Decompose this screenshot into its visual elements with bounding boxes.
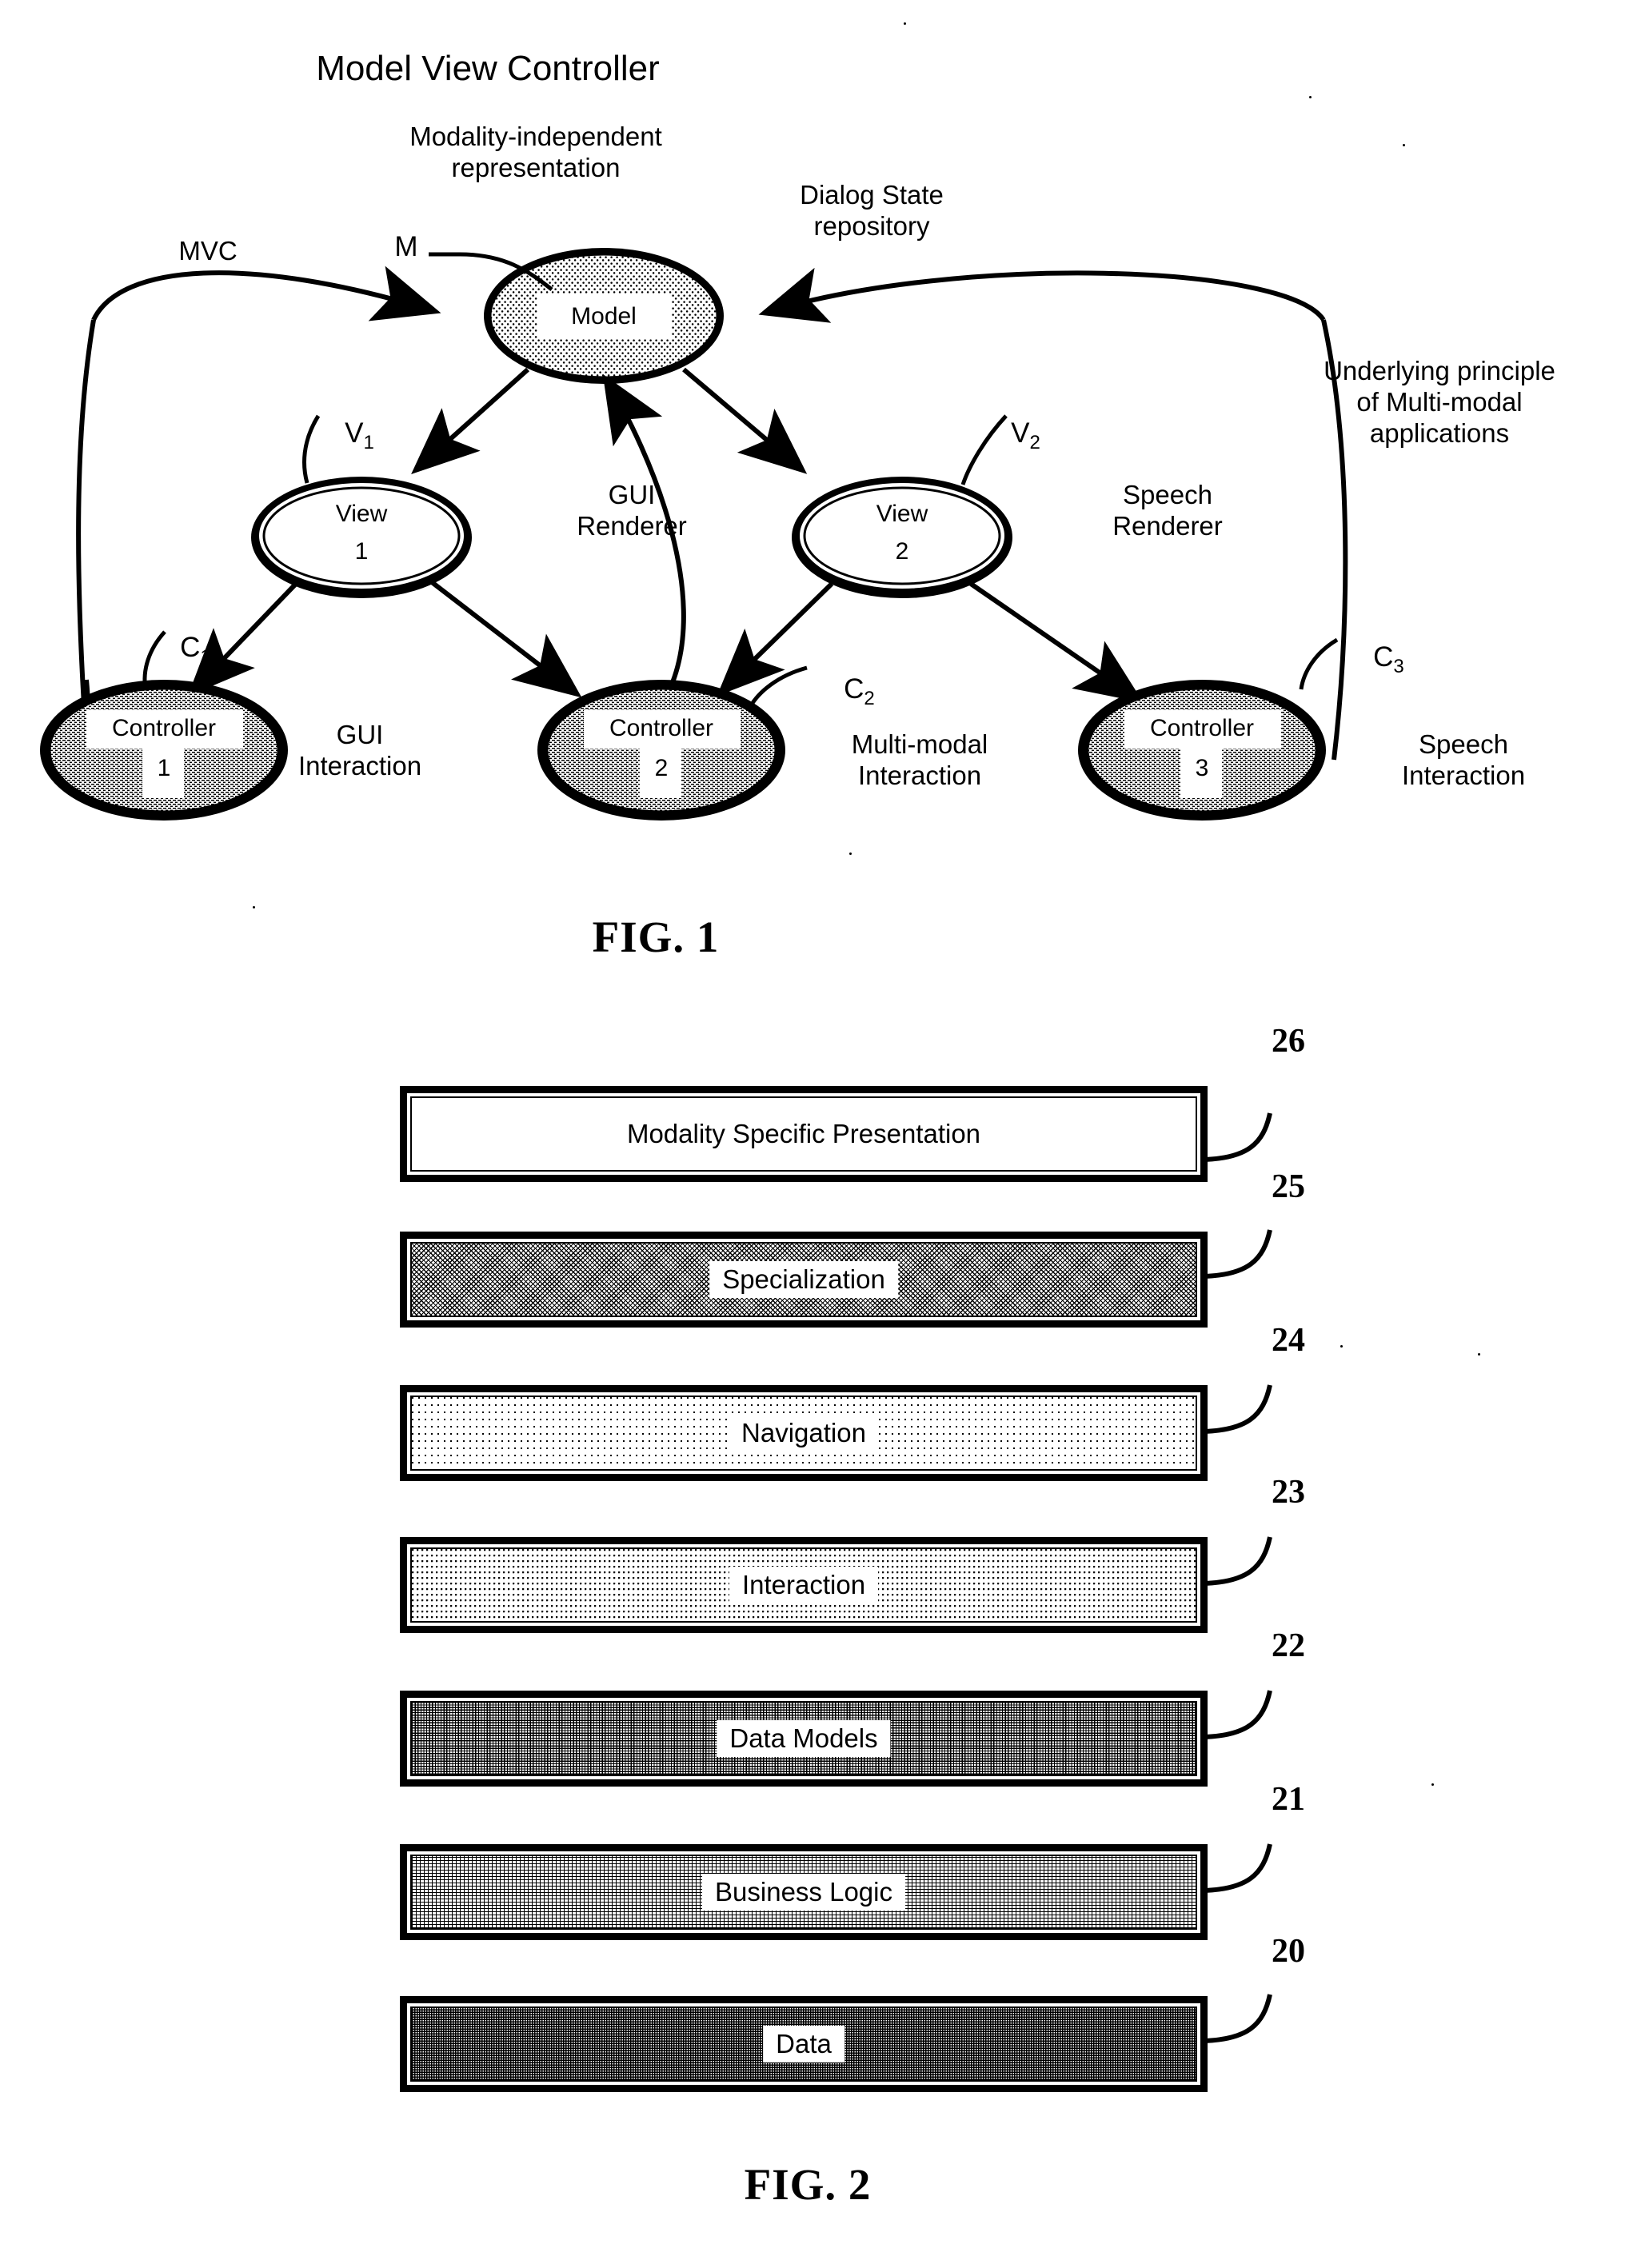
scan-speck: [1478, 1353, 1480, 1356]
scan-speck: [849, 852, 852, 855]
scan-speck: [1340, 1345, 1343, 1348]
scan-speck: [1403, 144, 1405, 146]
figure-2-leader-lines: [1204, 1112, 1272, 2043]
scan-speck: [1431, 1783, 1434, 1786]
scan-speck: [904, 22, 906, 25]
figure-2-caption: FIG. 2: [744, 2160, 872, 2209]
patent-figure-page: Model View Controller Modality-independe…: [0, 0, 1645, 2268]
scan-speck: [1309, 96, 1312, 98]
scan-speck: [253, 906, 255, 908]
